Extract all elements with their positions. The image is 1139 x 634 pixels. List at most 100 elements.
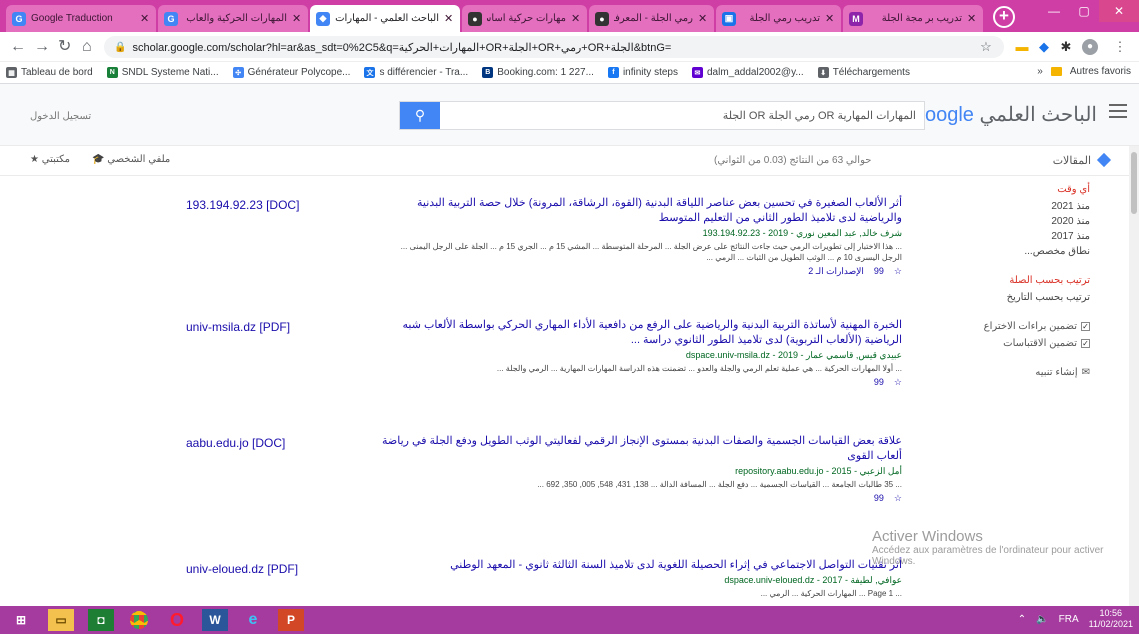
google-icon: G — [164, 11, 178, 26]
language-indicator[interactable]: FRA — [1059, 614, 1079, 625]
chrome-icon[interactable] — [126, 609, 152, 631]
save-star-icon[interactable]: ☆ — [894, 266, 902, 277]
window-controls: — ▢ ✕ — [1039, 0, 1139, 22]
my-library-link[interactable]: ★ مكتبتي — [30, 154, 70, 165]
result-file-link[interactable]: aabu.edu.jo [DOC] — [186, 436, 346, 450]
include-patents-checkbox[interactable]: ✓ تضمين براءات الاختراع — [930, 321, 1090, 332]
speaker-icon[interactable]: 🔈 — [1036, 614, 1048, 625]
include-citations-checkbox[interactable]: ✓ تضمين الاقتباسات — [930, 338, 1090, 349]
bookmark-item[interactable]: ✉ dalm_addal2002@y... — [691, 67, 804, 78]
system-tray: ⌃ 🔈 FRA 10:56 11/02/2021 — [1018, 608, 1133, 630]
result-file-link[interactable]: 193.194.92.23 [DOC] — [186, 198, 346, 212]
save-star-icon[interactable]: ☆ — [894, 493, 902, 504]
sign-in-link[interactable]: تسجيل الدخول — [30, 111, 91, 122]
file-explorer-icon[interactable]: ▭ — [48, 609, 74, 631]
extensions-puzzle-icon[interactable]: ✱ — [1058, 39, 1074, 55]
address-bar[interactable]: 🔒 scholar.google.com/scholar?hl=ar&as_sd… — [104, 36, 1004, 58]
time-filter-2020[interactable]: منذ 2020 — [930, 216, 1090, 227]
search-input[interactable]: ⚲ المهارات المهارية OR رمي الجلة OR الجل… — [399, 101, 925, 130]
result-snippet: ... Page 1 ... المهارات الحركية ... الرم… — [760, 589, 902, 598]
results-subheader: المقالات حوالي 63 من النتائج (0.03 من ال… — [0, 146, 1139, 176]
back-icon[interactable]: ← — [10, 38, 26, 56]
extension-folder-icon[interactable]: ▬ — [1014, 39, 1030, 55]
create-alert-link[interactable]: ✉ إنشاء تنبيه — [930, 367, 1090, 378]
menu-dots-icon[interactable]: ⋮ — [1112, 39, 1128, 55]
bookmark-star-icon[interactable]: ☆ — [978, 39, 994, 55]
page-scrollbar[interactable] — [1129, 146, 1139, 606]
tab-7[interactable]: M تدريب بر مجة الجلة ✕ — [843, 5, 983, 32]
opera-icon[interactable]: O — [164, 609, 190, 631]
forward-icon[interactable]: → — [34, 38, 50, 56]
bookmark-item[interactable]: 文s différencier - Tra... — [364, 67, 468, 78]
result-title[interactable]: أثر تقنيات التواصل الاجتماعي في إثراء ال… — [382, 558, 902, 573]
versions-link[interactable]: الإصدارات الـ 2 — [808, 266, 864, 277]
scholar-logo[interactable]: Google الباحث العلمي — [909, 102, 1097, 127]
sort-by-relevance[interactable]: ترتيب بحسب الصلة — [930, 275, 1090, 286]
mail-icon: ✉ — [691, 67, 703, 78]
result-title[interactable]: أثر الألعاب الصغيرة في تحسين بعض عناصر ا… — [382, 196, 902, 226]
search-result: أثر تقنيات التواصل الاجتماعي في إثراء ال… — [382, 558, 902, 599]
close-window-icon[interactable]: ✕ — [1099, 0, 1139, 22]
close-tab-icon[interactable]: ✕ — [967, 12, 977, 25]
bookmark-item[interactable]: ▦ Tableau de bord — [6, 67, 93, 78]
filters-sidebar: أي وقت منذ 2021 منذ 2020 منذ 2017 نطاق م… — [930, 184, 1090, 384]
hamburger-menu-icon[interactable] — [1109, 104, 1127, 122]
scholar-wordmark: الباحث العلمي — [979, 104, 1098, 126]
result-file-link[interactable]: univ-msila.dz [PDF] — [186, 320, 346, 334]
close-tab-icon[interactable]: ✕ — [292, 12, 302, 25]
home-icon[interactable]: ⌂ — [82, 38, 92, 56]
close-tab-icon[interactable]: ✕ — [140, 12, 150, 25]
tab-6[interactable]: ▣ تدريب رمي الجلة ✕ — [716, 5, 841, 32]
time-filter-custom[interactable]: نطاق مخصص... — [930, 246, 1090, 257]
other-bookmarks-label: Autres favoris — [1069, 66, 1131, 77]
close-tab-icon[interactable]: ✕ — [444, 12, 454, 25]
search-button[interactable]: ⚲ — [400, 102, 440, 129]
windows-start-icon[interactable]: ⊞ — [6, 609, 36, 631]
any-time-filter[interactable]: أي وقت — [930, 184, 1090, 195]
result-meta: شرف خالد, عبد المعين نوري - 2019 - 193.1… — [702, 228, 902, 238]
sort-by-date[interactable]: ترتيب بحسب التاريخ — [930, 292, 1090, 303]
chevron-more-icon[interactable]: » — [1037, 66, 1043, 77]
new-tab-button[interactable]: + — [993, 6, 1015, 28]
result-title[interactable]: علاقة بعض القياسات الجسمية والصفات البدن… — [382, 434, 902, 464]
profile-avatar-icon[interactable]: ● — [1082, 39, 1098, 55]
edge-icon[interactable]: e — [240, 609, 266, 631]
close-tab-icon[interactable]: ✕ — [698, 12, 708, 25]
tab-google-translate[interactable]: G Google Traduction ✕ — [6, 5, 156, 32]
tab-5[interactable]: ● رمي الجلة - المعرفة ✕ — [589, 5, 714, 32]
extension-diamond-icon[interactable]: ◆ — [1036, 39, 1052, 55]
apps-grid-icon: ▦ — [6, 67, 17, 78]
save-star-icon[interactable]: ☆ — [894, 377, 902, 388]
envelope-icon: ✉ — [1081, 367, 1090, 378]
time-filter-2021[interactable]: منذ 2021 — [930, 201, 1090, 212]
store-icon[interactable]: ◘ — [88, 609, 114, 631]
scrollbar-thumb[interactable] — [1131, 152, 1137, 214]
minimize-icon[interactable]: — — [1039, 0, 1069, 22]
result-title[interactable]: الخبرة المهنية لأساتذة التربية البدنية و… — [382, 318, 902, 348]
result-file-link[interactable]: univ-eloued.dz [PDF] — [186, 562, 346, 576]
reload-icon[interactable]: ↻ — [58, 38, 71, 56]
bookmark-item[interactable]: B Booking.com: 1 227... — [482, 67, 594, 78]
time-filter-2017[interactable]: منذ 2017 — [930, 231, 1090, 242]
maximize-icon[interactable]: ▢ — [1069, 0, 1099, 22]
bookmark-item[interactable]: ✣ Générateur Polycope... — [232, 67, 350, 78]
clock-date: 11/02/2021 — [1088, 619, 1133, 629]
other-bookmarks[interactable]: » Autres favoris — [1037, 66, 1131, 77]
close-tab-icon[interactable]: ✕ — [571, 12, 581, 25]
chevron-up-icon[interactable]: ⌃ — [1018, 614, 1026, 625]
bookmark-item[interactable]: ⬇ Téléchargements — [817, 67, 910, 78]
tab-scholar-active[interactable]: ◆ الباحث العلمي - المهارات ✕ — [310, 5, 460, 32]
my-profile-link[interactable]: 🎓 ملفي الشخصي — [92, 154, 170, 165]
close-tab-icon[interactable]: ✕ — [825, 12, 835, 25]
word-icon[interactable]: W — [202, 609, 228, 631]
bookmark-item[interactable]: f infinity steps — [607, 67, 678, 78]
tab-search-1[interactable]: G المهارات الحركية والعاب ✕ — [158, 5, 308, 32]
cite-button[interactable]: 99 — [874, 493, 884, 504]
bookmark-item[interactable]: N SNDL Systeme Nati... — [106, 67, 219, 78]
cite-button[interactable]: 99 — [874, 266, 884, 277]
cite-button[interactable]: 99 — [874, 377, 884, 388]
tab-4[interactable]: ● مهارات حركية أساسية ✕ — [462, 5, 587, 32]
powerpoint-icon[interactable]: P — [278, 609, 304, 631]
articles-label[interactable]: المقالات — [1053, 154, 1091, 167]
clock[interactable]: 10:56 11/02/2021 — [1089, 608, 1133, 630]
